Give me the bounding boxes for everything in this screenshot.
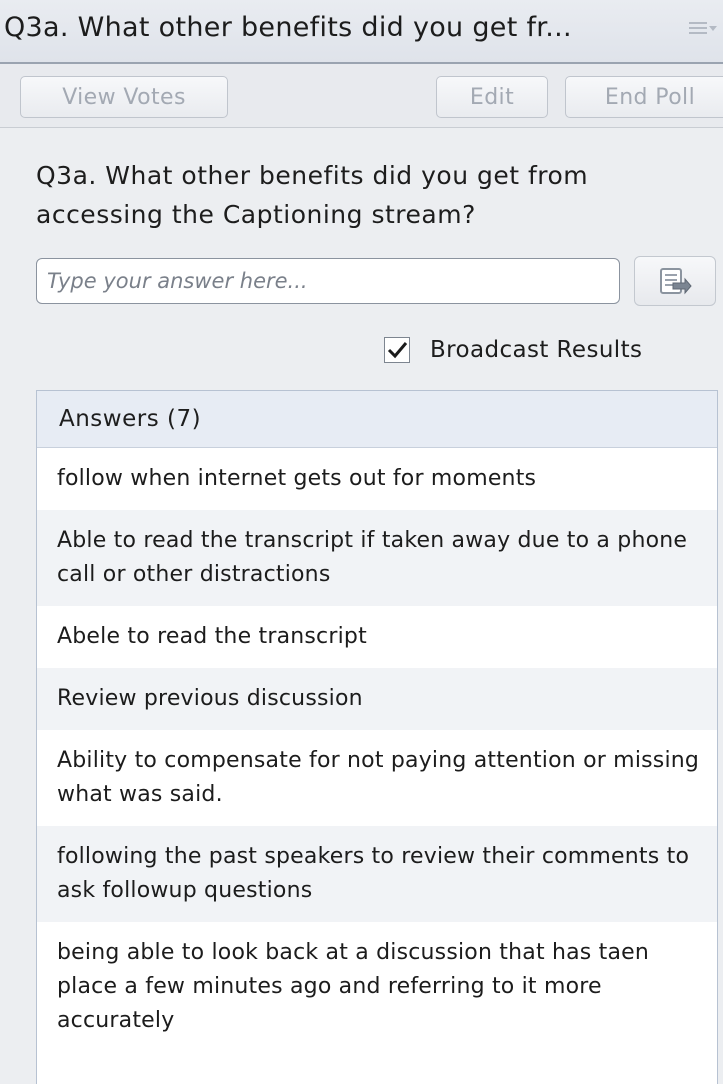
menu-bars-icon <box>689 22 707 34</box>
answer-item: Abele to read the transcript <box>57 624 367 649</box>
pod-title-bar: Q3a. What other benefits did you get fr.… <box>0 0 723 64</box>
poll-question: Q3a. What other benefits did you get fro… <box>36 161 589 229</box>
submit-answer-button[interactable] <box>634 256 716 306</box>
answer-item: following the past speakers to review th… <box>37 826 717 922</box>
answer-item: being able to look back at a discussion … <box>57 940 650 1033</box>
broadcast-results-checkbox[interactable] <box>384 337 410 363</box>
chevron-down-icon <box>709 26 717 31</box>
answer-item: Ability to compensate for not paying att… <box>57 748 700 807</box>
answers-header: Answers (7) <box>37 391 717 448</box>
answer-input[interactable] <box>36 258 620 304</box>
broadcast-results-option[interactable]: Broadcast Results <box>384 334 642 366</box>
answer-item: follow when internet gets out for moment… <box>57 466 537 491</box>
answer-item: Review previous discussion <box>37 668 717 730</box>
poll-content: Q3a. What other benefits did you get fro… <box>0 128 723 1084</box>
edit-button[interactable]: Edit <box>436 76 548 118</box>
answer-item: Able to read the transcript if taken awa… <box>37 510 717 606</box>
view-votes-button[interactable]: View Votes <box>20 76 228 118</box>
broadcast-results-label: Broadcast Results <box>430 337 643 363</box>
pod-title: Q3a. What other benefits did you get fr.… <box>4 12 572 43</box>
poll-toolbar: View Votes Edit End Poll <box>0 64 723 128</box>
submit-answer-icon <box>660 268 692 295</box>
answers-list: Answers (7) follow when internet gets ou… <box>36 390 718 1084</box>
poll-pod: Q3a. What other benefits did you get fr.… <box>0 0 723 1084</box>
pod-menu-icon[interactable] <box>689 18 719 42</box>
checkmark-icon <box>387 342 408 359</box>
end-poll-button[interactable]: End Poll <box>565 76 723 118</box>
